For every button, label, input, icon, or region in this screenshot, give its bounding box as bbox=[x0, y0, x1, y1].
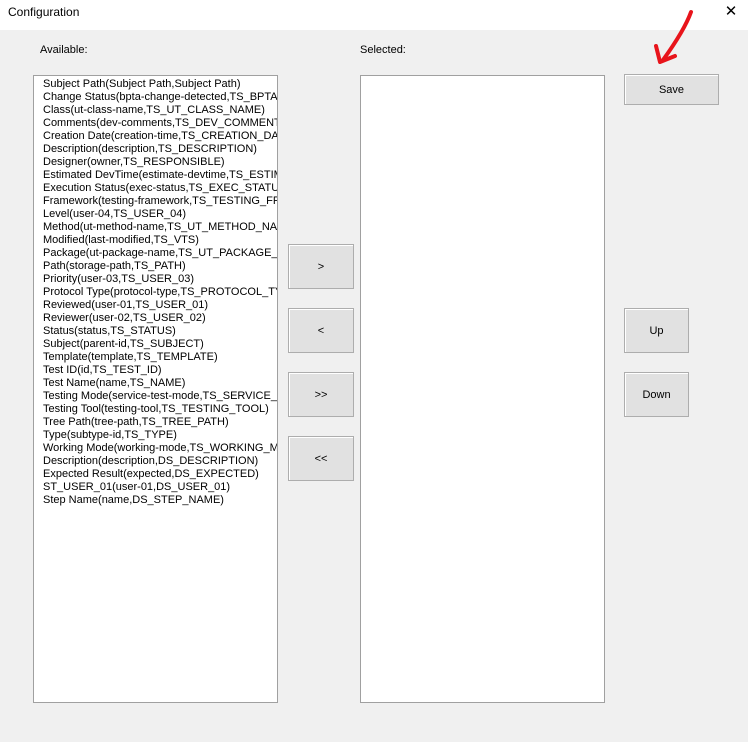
available-list-item[interactable]: Framework(testing-framework,TS_TESTING_F… bbox=[43, 195, 277, 208]
down-button[interactable]: Down bbox=[624, 372, 689, 417]
available-list-item[interactable]: Package(ut-package-name,TS_UT_PACKAGE_NA bbox=[43, 247, 277, 260]
available-list-item[interactable]: Testing Tool(testing-tool,TS_TESTING_TOO… bbox=[43, 403, 277, 416]
available-list-item[interactable]: Priority(user-03,TS_USER_03) bbox=[43, 273, 277, 286]
available-list-item[interactable]: Subject(parent-id,TS_SUBJECT) bbox=[43, 338, 277, 351]
available-list[interactable]: Subject Path(Subject Path,Subject Path) C… bbox=[33, 75, 278, 703]
available-list-item[interactable]: Description(description,TS_DESCRIPTION) bbox=[43, 143, 277, 156]
available-list-item[interactable]: Type(subtype-id,TS_TYPE) bbox=[43, 429, 277, 442]
available-list-item[interactable]: Creation Date(creation-time,TS_CREATION_… bbox=[43, 130, 277, 143]
title-bar: Configuration ✕ bbox=[0, 0, 748, 30]
available-list-item[interactable]: Subject Path(Subject Path,Subject Path) bbox=[43, 78, 277, 91]
selected-label: Selected: bbox=[360, 44, 406, 56]
available-list-item[interactable]: ST_USER_01(user-01,DS_USER_01) bbox=[43, 481, 277, 494]
available-list-item[interactable]: Expected Result(expected,DS_EXPECTED) bbox=[43, 468, 277, 481]
available-list-item[interactable]: Designer(owner,TS_RESPONSIBLE) bbox=[43, 156, 277, 169]
available-list-item[interactable]: Method(ut-method-name,TS_UT_METHOD_NAME bbox=[43, 221, 277, 234]
available-label: Available: bbox=[40, 44, 88, 56]
available-list-item[interactable]: Step Name(name,DS_STEP_NAME) bbox=[43, 494, 277, 507]
window-title: Configuration bbox=[8, 5, 80, 19]
available-list-item[interactable]: Testing Mode(service-test-mode,TS_SERVIC… bbox=[43, 390, 277, 403]
available-list-item[interactable]: Status(status,TS_STATUS) bbox=[43, 325, 277, 338]
available-list-item[interactable]: Modified(last-modified,TS_VTS) bbox=[43, 234, 277, 247]
available-list-item[interactable]: Protocol Type(protocol-type,TS_PROTOCOL_… bbox=[43, 286, 277, 299]
remove-all-button[interactable]: << bbox=[288, 436, 354, 481]
available-list-item[interactable]: Test ID(id,TS_TEST_ID) bbox=[43, 364, 277, 377]
available-list-item[interactable]: Level(user-04,TS_USER_04) bbox=[43, 208, 277, 221]
available-list-item[interactable]: Test Name(name,TS_NAME) bbox=[43, 377, 277, 390]
available-list-item[interactable]: Description(description,DS_DESCRIPTION) bbox=[43, 455, 277, 468]
available-list-item[interactable]: Class(ut-class-name,TS_UT_CLASS_NAME) bbox=[43, 104, 277, 117]
available-list-item[interactable]: Comments(dev-comments,TS_DEV_COMMENTS) bbox=[43, 117, 277, 130]
up-button[interactable]: Up bbox=[624, 308, 689, 353]
add-all-button[interactable]: >> bbox=[288, 372, 354, 417]
available-list-item[interactable]: Template(template,TS_TEMPLATE) bbox=[43, 351, 277, 364]
available-list-item[interactable]: Tree Path(tree-path,TS_TREE_PATH) bbox=[43, 416, 277, 429]
available-list-item[interactable]: Reviewed(user-01,TS_USER_01) bbox=[43, 299, 277, 312]
available-list-item[interactable]: Change Status(bpta-change-detected,TS_BP… bbox=[43, 91, 277, 104]
close-icon[interactable]: ✕ bbox=[714, 0, 748, 24]
add-button[interactable]: > bbox=[288, 244, 354, 289]
available-list-item[interactable]: Execution Status(exec-status,TS_EXEC_STA… bbox=[43, 182, 277, 195]
available-list-item[interactable]: Estimated DevTime(estimate-devtime,TS_ES… bbox=[43, 169, 277, 182]
available-list-item[interactable]: Working Mode(working-mode,TS_WORKING_MO bbox=[43, 442, 277, 455]
remove-button[interactable]: < bbox=[288, 308, 354, 353]
save-button[interactable]: Save bbox=[624, 74, 719, 105]
available-list-item[interactable]: Path(storage-path,TS_PATH) bbox=[43, 260, 277, 273]
selected-list[interactable] bbox=[360, 75, 605, 703]
red-arrow-icon bbox=[654, 10, 693, 64]
available-list-item[interactable]: Reviewer(user-02,TS_USER_02) bbox=[43, 312, 277, 325]
